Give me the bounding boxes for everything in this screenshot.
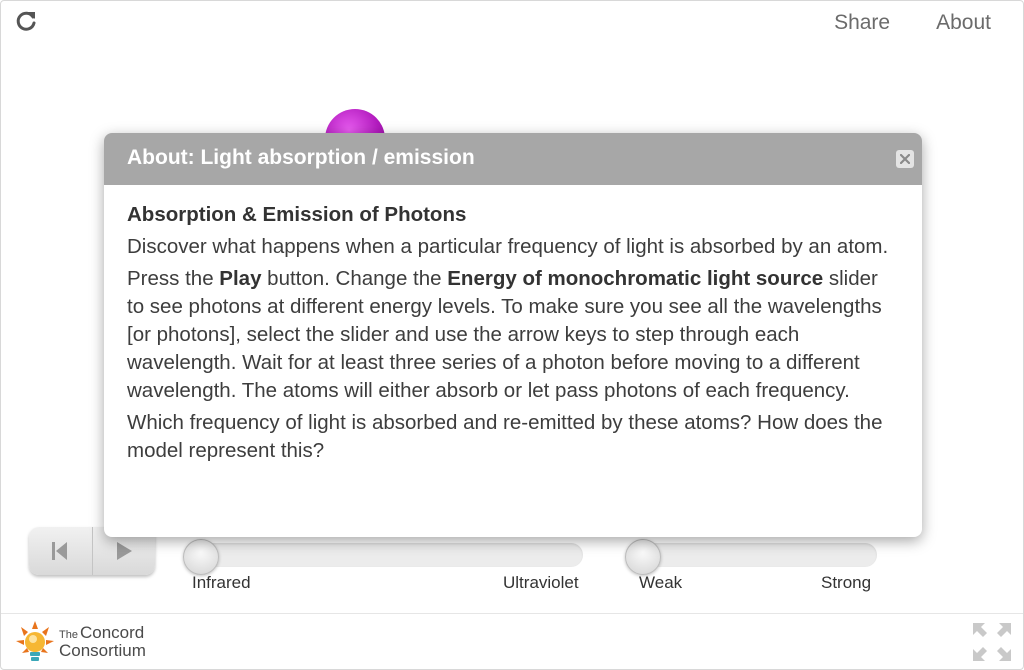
logo-line2: Consortium [59, 641, 146, 660]
lightbulb-icon [16, 621, 54, 661]
logo-line1: Concord [79, 623, 145, 642]
concord-logo[interactable]: The Concord Consortium [15, 619, 146, 665]
intensity-min-label: Weak [639, 573, 683, 592]
dialog-paragraph-2: Press the Play button. Change the Energy… [127, 265, 899, 405]
dialog-paragraph-1: Discover what happens when a particular … [127, 235, 889, 258]
dialog-body: Absorption & Emission of Photons Discove… [104, 185, 922, 465]
share-link[interactable]: Share [834, 11, 890, 35]
dialog-heading: Absorption & Emission of Photons [127, 203, 467, 226]
top-links: Share About [834, 11, 991, 35]
intensity-slider[interactable] [625, 539, 877, 575]
model-frame: Share About Infrared Ultraviolet Weak St… [0, 0, 1024, 670]
about-dialog: About: Light absorption / emission Absor… [104, 133, 922, 537]
intensity-slider-handle[interactable] [625, 539, 661, 575]
logo-text: The Concord Consortium [59, 623, 146, 660]
reload-icon[interactable] [15, 9, 39, 33]
reset-icon [52, 542, 68, 560]
reset-button[interactable] [29, 527, 92, 575]
p2-text-b: button. Change the [261, 267, 448, 290]
p2-play-bold: Play [219, 267, 262, 290]
about-link[interactable]: About [936, 11, 991, 35]
p2-text-a: Press the [127, 267, 220, 290]
dialog-paragraph-3: Which frequency of light is absorbed and… [127, 411, 883, 462]
close-button[interactable] [896, 150, 914, 168]
dialog-title: About: Light absorption / emission [127, 146, 475, 169]
footer-divider [1, 613, 1023, 614]
p2-energy-bold: Energy of monochromatic light source [447, 267, 824, 290]
energy-max-label: Ultraviolet [503, 573, 579, 592]
close-icon [900, 154, 910, 164]
dialog-header: About: Light absorption / emission [104, 133, 922, 185]
energy-slider[interactable] [183, 539, 583, 575]
energy-min-label: Infrared [192, 573, 251, 592]
intensity-max-label: Strong [821, 573, 872, 592]
play-icon [116, 542, 132, 560]
energy-slider-handle[interactable] [183, 539, 219, 575]
logo-small-text: The [59, 629, 78, 641]
fullscreen-icon[interactable] [971, 621, 1013, 663]
